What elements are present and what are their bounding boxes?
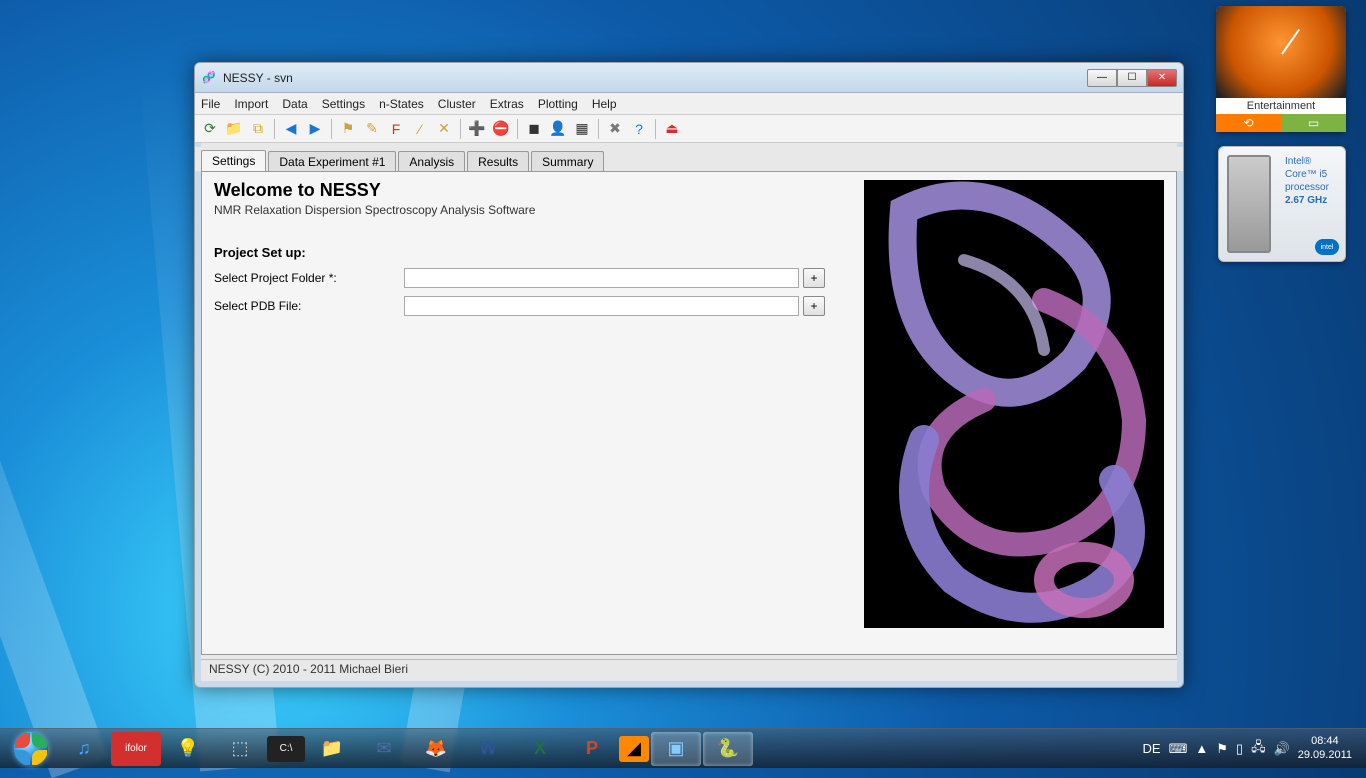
taskbar-word-icon[interactable]: W xyxy=(463,732,513,766)
pdb-file-label: Select PDB File: xyxy=(214,299,404,313)
tab-settings[interactable]: Settings xyxy=(201,150,266,172)
taskbar-firefox-icon[interactable]: 🦊 xyxy=(411,732,461,766)
menu-file[interactable]: File xyxy=(201,97,220,111)
line-icon[interactable]: ∕ xyxy=(409,118,431,140)
volume-icon[interactable]: 🔊 xyxy=(1274,741,1290,757)
taskbar: ♫ ifolor 💡 ⬚ C:\ 📁 ✉ 🦊 W X P ◢ ▣ 🐍 DE ⌨ … xyxy=(0,728,1366,768)
taskbar-terminal-icon[interactable]: C:\ xyxy=(267,736,305,762)
stop-icon[interactable]: ◼ xyxy=(523,118,545,140)
toolbar-separator xyxy=(274,119,275,139)
taskbar-ifolor-icon[interactable]: ifolor xyxy=(111,732,161,766)
taskbar-app-icon[interactable]: ◢ xyxy=(619,736,649,762)
add-icon[interactable]: ➕ xyxy=(466,118,488,140)
taskbar-powerpoint-icon[interactable]: P xyxy=(567,732,617,766)
menu-help[interactable]: Help xyxy=(592,97,617,111)
toolbar: ⟳📁⧉ ◀▶ ⚑✎F∕✕ ➕⛔ ◼👤▦ ✖? ⏏ xyxy=(195,115,1183,143)
marker-icon[interactable]: ✎ xyxy=(361,118,383,140)
nessy-window: 🧬 NESSY - svn — ☐ ✕ File Import Data Settin… xyxy=(194,62,1184,688)
menubar: File Import Data Settings n-States Cluster Ext… xyxy=(195,93,1183,115)
content-pane: Welcome to NESSY NMR Relaxation Dispersi… xyxy=(201,171,1177,655)
project-folder-label: Select Project Folder *: xyxy=(214,271,404,285)
menu-plotting[interactable]: Plotting xyxy=(538,97,578,111)
menu-extras[interactable]: Extras xyxy=(490,97,524,111)
power-icon[interactable]: ⟲ xyxy=(1216,114,1281,132)
toolbar-separator xyxy=(655,119,656,139)
taskbar-itunes-icon[interactable]: ♫ xyxy=(59,732,109,766)
gadget-label: Entertainment xyxy=(1216,98,1346,114)
exit-icon[interactable]: ⏏ xyxy=(661,118,683,140)
taskbar-thunderbird-icon[interactable]: ✉ xyxy=(359,732,409,766)
user-icon[interactable]: 👤 xyxy=(547,118,569,140)
battery-icon[interactable]: ▯ xyxy=(1236,741,1243,757)
protein-image xyxy=(864,180,1164,628)
welcome-heading: Welcome to NESSY xyxy=(214,180,852,201)
tools-icon[interactable]: ✖ xyxy=(604,118,626,140)
copy-icon[interactable]: ⧉ xyxy=(247,118,269,140)
menu-cluster[interactable]: Cluster xyxy=(438,97,476,111)
grid-icon[interactable]: ▦ xyxy=(571,118,593,140)
menu-data[interactable]: Data xyxy=(282,97,307,111)
start-button[interactable] xyxy=(4,731,58,767)
forward-icon[interactable]: ▶ xyxy=(304,118,326,140)
tray-up-icon[interactable]: ▲ xyxy=(1195,741,1208,756)
back-icon[interactable]: ◀ xyxy=(280,118,302,140)
pdb-file-input[interactable] xyxy=(404,296,799,316)
toolbar-separator xyxy=(460,119,461,139)
subtitle-text: NMR Relaxation Dispersion Spectroscopy A… xyxy=(214,203,852,217)
cpu-chip-icon xyxy=(1227,155,1271,253)
toolbar-separator xyxy=(517,119,518,139)
app-icon: 🧬 xyxy=(201,70,217,86)
taskbar-excel-icon[interactable]: X xyxy=(515,732,565,766)
display-icon[interactable]: ▭ xyxy=(1281,114,1346,132)
tabbar: SettingsData Experiment #1AnalysisResult… xyxy=(195,147,1183,171)
system-tray: DE ⌨ ▲ ⚑ ▯ 🖧 🔊 08:44 29.09.2011 xyxy=(1143,735,1362,761)
section-heading: Project Set up: xyxy=(214,245,852,260)
x-icon[interactable]: ✕ xyxy=(433,118,455,140)
minimize-button[interactable]: — xyxy=(1087,69,1117,87)
toolbar-separator xyxy=(331,119,332,139)
gauge-icon xyxy=(1216,6,1346,98)
statusbar: NESSY (C) 2010 - 2011 Michael Bieri xyxy=(201,659,1177,681)
flag-tray-icon[interactable]: ⚑ xyxy=(1216,741,1228,757)
menu-n-states[interactable]: n-States xyxy=(379,97,424,111)
maximize-button[interactable]: ☐ xyxy=(1117,69,1147,87)
taskbar-window1-icon[interactable]: ▣ xyxy=(651,732,701,766)
remove-icon[interactable]: ⛔ xyxy=(490,118,512,140)
close-button[interactable]: ✕ xyxy=(1147,69,1177,87)
tab-data-experiment-1[interactable]: Data Experiment #1 xyxy=(268,151,396,172)
menu-settings[interactable]: Settings xyxy=(322,97,365,111)
clock[interactable]: 08:44 29.09.2011 xyxy=(1298,735,1352,761)
tab-analysis[interactable]: Analysis xyxy=(398,151,465,172)
flag-icon[interactable]: ⚑ xyxy=(337,118,359,140)
network-icon[interactable]: 🖧 xyxy=(1251,738,1266,760)
pdb-file-browse-button[interactable]: + xyxy=(803,296,825,316)
project-folder-input[interactable] xyxy=(404,268,799,288)
taskbar-explorer-icon[interactable]: 📁 xyxy=(307,732,357,766)
taskbar-python-icon[interactable]: 🐍 xyxy=(703,732,753,766)
cpu-gadget[interactable]: Intel® Core™ i5 processor 2.67 GHz intel xyxy=(1218,146,1346,262)
toolbar-separator xyxy=(598,119,599,139)
tab-results[interactable]: Results xyxy=(467,151,529,172)
tab-summary[interactable]: Summary xyxy=(531,151,604,172)
entertainment-gadget[interactable]: Entertainment ⟲▭ xyxy=(1216,6,1346,132)
window-title: NESSY - svn xyxy=(223,71,1087,85)
help-icon[interactable]: ? xyxy=(628,118,650,140)
taskbar-lamp-icon[interactable]: 💡 xyxy=(163,732,213,766)
taskbar-virtualbox-icon[interactable]: ⬚ xyxy=(215,732,265,766)
intel-logo-icon: intel xyxy=(1315,239,1339,255)
menu-import[interactable]: Import xyxy=(234,97,268,111)
project-folder-browse-button[interactable]: + xyxy=(803,268,825,288)
language-indicator[interactable]: DE xyxy=(1143,741,1161,756)
titlebar[interactable]: 🧬 NESSY - svn — ☐ ✕ xyxy=(195,63,1183,93)
refresh-icon[interactable]: ⟳ xyxy=(199,118,221,140)
keyboard-icon[interactable]: ⌨ xyxy=(1169,741,1188,757)
folder-icon[interactable]: 📁 xyxy=(223,118,245,140)
f-icon[interactable]: F xyxy=(385,118,407,140)
